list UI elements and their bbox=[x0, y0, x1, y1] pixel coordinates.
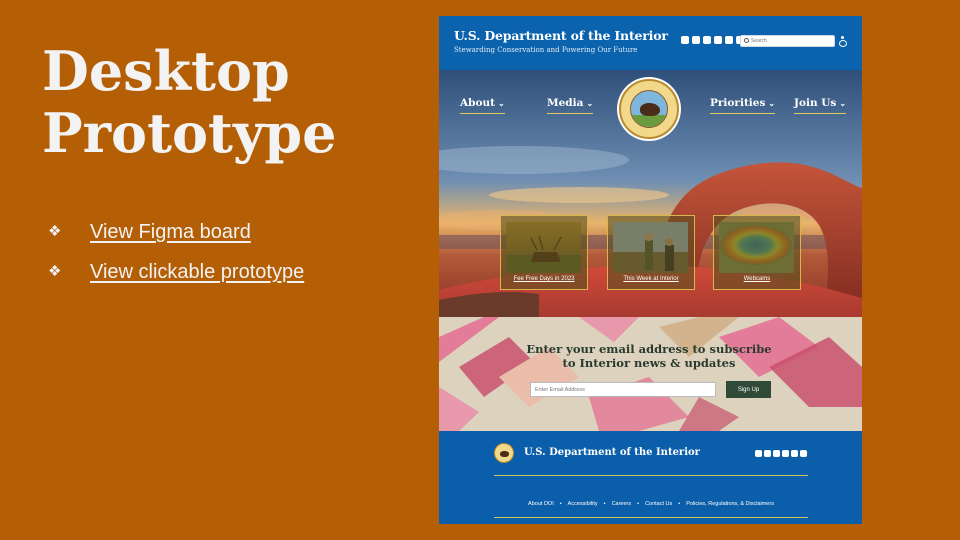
youtube-icon[interactable] bbox=[681, 36, 689, 44]
chevron-down-icon: ⌄ bbox=[768, 98, 776, 108]
newsletter-heading: Enter your email address to subscribe to… bbox=[499, 342, 799, 370]
footer-links: About DOI • Accessibility • Careers • Co… bbox=[494, 501, 808, 507]
figma-board-link[interactable]: View Figma board bbox=[90, 218, 251, 247]
chevron-down-icon: ⌄ bbox=[839, 98, 847, 108]
doi-seal-logo[interactable] bbox=[619, 79, 679, 139]
footer-link-policies[interactable]: Policies, Regulations, & Disclaimers bbox=[686, 501, 774, 507]
separator: • bbox=[678, 501, 681, 507]
nav-priorities-label: Priorities bbox=[710, 97, 766, 109]
feature-card[interactable]: Fee Free Days in 2023 bbox=[500, 215, 588, 290]
social-icons bbox=[681, 36, 744, 44]
instagram-icon[interactable] bbox=[782, 450, 789, 457]
footer-link-about[interactable]: About DOI bbox=[528, 501, 554, 507]
footer-link-accessibility[interactable]: Accessibility bbox=[568, 501, 598, 507]
footer-social-icons bbox=[755, 450, 807, 457]
slide-title-line1: Desktop bbox=[42, 39, 290, 103]
site-title[interactable]: U.S. Department of the Interior bbox=[454, 28, 668, 43]
footer-title: U.S. Department of the Interior bbox=[524, 447, 700, 458]
woven-rug-background bbox=[439, 317, 862, 431]
clickable-prototype-link[interactable]: View clickable prototype bbox=[90, 258, 304, 287]
separator: • bbox=[637, 501, 640, 507]
card-label[interactable]: Webcams bbox=[714, 276, 800, 282]
card-label[interactable]: This Week at Interior bbox=[608, 276, 694, 282]
footer-divider bbox=[494, 475, 808, 476]
search-box bbox=[740, 35, 835, 47]
site-tagline: Stewarding Conservation and Powering Our… bbox=[454, 46, 638, 54]
list-item: ❖ View clickable prototype bbox=[48, 258, 308, 287]
nav-about[interactable]: About ⌄ bbox=[460, 97, 505, 114]
footer-divider bbox=[494, 517, 808, 518]
chevron-down-icon: ⌄ bbox=[586, 98, 594, 108]
diamond-bullet-icon: ❖ bbox=[48, 223, 62, 240]
slide-title: Desktop Prototype bbox=[42, 40, 382, 164]
newsletter-section: Enter your email address to subscribe to… bbox=[439, 317, 862, 431]
chevron-down-icon: ⌄ bbox=[497, 98, 505, 108]
site-header: U.S. Department of the Interior Stewardi… bbox=[439, 16, 862, 70]
nav-about-label: About bbox=[460, 97, 495, 109]
newsletter-heading-line1: Enter your email address to subscribe bbox=[526, 342, 772, 356]
twitter-icon[interactable] bbox=[692, 36, 700, 44]
nav-join-us[interactable]: Join Us ⌄ bbox=[794, 97, 847, 114]
hero: About ⌄ Media ⌄ Priorities ⌄ Join Us ⌄ Fee F… bbox=[439, 70, 862, 317]
email-field[interactable] bbox=[530, 382, 716, 397]
site-footer: U.S. Department of the Interior About DO… bbox=[439, 431, 862, 524]
facebook-icon[interactable] bbox=[703, 36, 711, 44]
sign-up-button[interactable]: Sign Up bbox=[726, 381, 771, 398]
feature-card[interactable]: Webcams bbox=[713, 215, 801, 290]
nav-media[interactable]: Media ⌄ bbox=[547, 97, 594, 114]
slide-title-line2: Prototype bbox=[42, 101, 337, 165]
doi-seal-small-logo[interactable] bbox=[494, 443, 514, 463]
nav-priorities[interactable]: Priorities ⌄ bbox=[710, 97, 776, 114]
nav-media-label: Media bbox=[547, 97, 584, 109]
footer-link-careers[interactable]: Careers bbox=[612, 501, 632, 507]
search-icon[interactable] bbox=[744, 38, 749, 43]
search-input[interactable] bbox=[751, 36, 831, 46]
nav-join-us-label: Join Us bbox=[794, 97, 837, 109]
list-item: ❖ View Figma board bbox=[48, 218, 308, 247]
diamond-bullet-icon: ❖ bbox=[48, 263, 62, 280]
twitter-icon[interactable] bbox=[764, 450, 771, 457]
instagram-icon[interactable] bbox=[714, 36, 722, 44]
bison-emblem-icon bbox=[630, 90, 668, 128]
facebook-icon[interactable] bbox=[773, 450, 780, 457]
separator: • bbox=[603, 501, 606, 507]
youtube-icon[interactable] bbox=[755, 450, 762, 457]
accessibility-icon[interactable] bbox=[839, 36, 847, 47]
tumblr-icon[interactable] bbox=[791, 450, 798, 457]
feature-card[interactable]: This Week at Interior bbox=[607, 215, 695, 290]
prototype-screenshot: U.S. Department of the Interior Stewardi… bbox=[439, 16, 862, 524]
card-label[interactable]: Fee Free Days in 2023 bbox=[501, 276, 587, 282]
footer-link-contact[interactable]: Contact Us bbox=[645, 501, 672, 507]
tumblr-icon[interactable] bbox=[725, 36, 733, 44]
link-list: ❖ View Figma board ❖ View clickable prot… bbox=[48, 218, 308, 298]
separator: • bbox=[559, 501, 562, 507]
newsletter-heading-line2: to Interior news & updates bbox=[562, 356, 736, 370]
flickr-icon[interactable] bbox=[800, 450, 807, 457]
